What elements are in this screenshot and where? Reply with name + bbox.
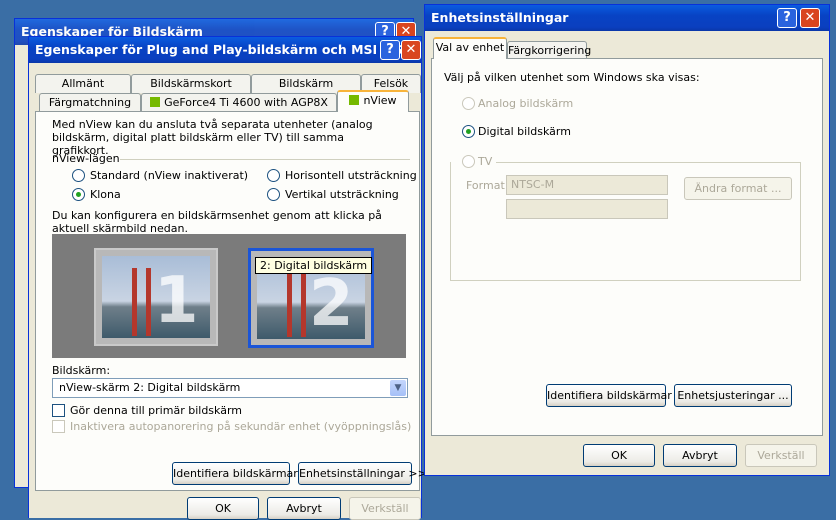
device-settings-button[interactable]: Enhetsinställningar >> — [298, 462, 427, 485]
mode-standard-radio[interactable] — [72, 169, 85, 182]
monitor-2-tooltip: 2: Digital bildskärm — [255, 257, 373, 274]
chevron-down-icon[interactable]: ▼ — [390, 380, 406, 396]
display-label: Bildskärm: — [52, 364, 111, 377]
apply-button[interactable]: Verkställ — [745, 444, 817, 467]
device-prompt: Välj på vilken utenhet som Windows ska v… — [444, 71, 700, 84]
device-select-panel: Välj på vilken utenhet som Windows ska v… — [431, 58, 823, 436]
help-icon[interactable]: ? — [777, 8, 797, 28]
format-field[interactable]: NTSC-M — [506, 175, 668, 195]
display-select-value: nView-skärm 2: Digital bildskärm — [59, 381, 241, 394]
bridge-tower — [132, 268, 137, 336]
properties-window-titlebar: Egenskaper för Plug and Play-bildskärm o… — [29, 37, 421, 63]
bridge-tower — [301, 269, 306, 337]
analog-label: Analog bildskärm — [478, 97, 574, 110]
device-settings-titlebar: Enhetsinställningar — [425, 5, 829, 31]
properties-window-title: Egenskaper för Plug and Play-bildskärm o… — [35, 42, 421, 57]
modes-label: nView-lägen — [52, 152, 120, 165]
format-field-value: NTSC-M — [511, 178, 555, 191]
mode-horizontal-radio[interactable] — [267, 169, 280, 182]
digital-radio[interactable] — [462, 125, 475, 138]
tab-geforce[interactable]: GeForce4 Ti 4600 with AGP8X — [141, 93, 337, 112]
format-list[interactable] — [506, 199, 668, 219]
mode-standard-label: Standard (nView inaktiverat) — [90, 169, 249, 182]
device-settings-title: Enhetsinställningar — [431, 10, 569, 25]
ok-button[interactable]: OK — [187, 497, 259, 520]
identify-displays-button[interactable]: Identifiera bildskärmar — [172, 462, 298, 485]
autopan-checkbox[interactable] — [52, 420, 65, 433]
mode-vertical-radio[interactable] — [267, 188, 280, 201]
close-icon[interactable]: ✕ — [800, 8, 820, 28]
mode-clone-label: Klona — [90, 188, 121, 201]
modes-divider — [120, 159, 410, 160]
monitor-2[interactable]: 2 2: Digital bildskärm — [248, 248, 374, 348]
digital-label: Digital bildskärm — [478, 125, 571, 138]
analog-radio[interactable] — [462, 97, 475, 110]
monitor-layout-area[interactable]: 1 2 2: Digital bildskärm — [52, 234, 406, 358]
mode-clone-radio[interactable] — [72, 188, 85, 201]
mode-horizontal-label: Horisontell utsträckning — [285, 169, 417, 182]
tv-radio[interactable] — [462, 155, 475, 168]
bridge-tower — [146, 268, 151, 336]
bridge-tower — [287, 269, 292, 337]
close-icon[interactable]: ✕ — [401, 40, 421, 60]
monitor-1-number: 1 — [154, 264, 199, 338]
tab-device-select[interactable]: Val av enhet — [433, 37, 507, 59]
cancel-button[interactable]: Avbryt — [267, 497, 341, 520]
tab-nview[interactable]: nView — [337, 90, 409, 112]
tab-adapter[interactable]: Bildskärmskort — [131, 74, 251, 93]
tv-group-top — [496, 162, 800, 163]
apply-button[interactable]: Verkställ — [349, 497, 421, 520]
primary-display-label: Gör denna till primär bildskärm — [70, 404, 242, 417]
autopan-label: Inaktivera autopanorering på sekundär en… — [70, 420, 412, 433]
nvidia-icon — [150, 97, 161, 107]
tab-geforce-label: GeForce4 Ti 4600 with AGP8X — [164, 96, 328, 109]
mode-vertical-label: Vertikal utsträckning — [285, 188, 399, 201]
monitor-2-number: 2 — [309, 267, 354, 341]
tv-group-right — [800, 162, 801, 280]
device-settings-window: Enhetsinställningar ? ✕ Val av enhet Fär… — [424, 4, 830, 476]
identify-displays-button[interactable]: Identifiera bildskärmar — [546, 384, 672, 407]
nvidia-icon — [349, 95, 360, 105]
help-icon[interactable]: ? — [380, 40, 400, 60]
tv-label: TV — [478, 155, 493, 168]
device-adjust-button[interactable]: Enhetsjusteringar ... — [674, 384, 792, 407]
format-label: Format: — [466, 179, 509, 192]
desktop: { "back_window": { "title": "Egenskaper … — [0, 0, 836, 520]
tv-group-bottom — [450, 280, 801, 281]
display-select[interactable]: nView-skärm 2: Digital bildskärm ▼ — [52, 378, 408, 398]
nview-panel: Med nView kan du ansluta två separata ut… — [35, 111, 427, 491]
tv-group-left — [450, 162, 451, 280]
ok-button[interactable]: OK — [583, 444, 655, 467]
cancel-button[interactable]: Avbryt — [663, 444, 737, 467]
monitor-1[interactable]: 1 — [94, 248, 218, 346]
properties-window: Egenskaper för Plug and Play-bildskärm o… — [28, 36, 427, 520]
config-text: Du kan konfigurera en bildskärmsenhet ge… — [52, 209, 382, 235]
tab-general[interactable]: Allmänt — [35, 74, 131, 93]
primary-display-checkbox[interactable] — [52, 404, 65, 417]
tab-color-management[interactable]: Färgmatchning — [39, 93, 141, 112]
tab-nview-label: nView — [363, 94, 397, 107]
change-format-button[interactable]: Ändra format ... — [684, 177, 792, 200]
